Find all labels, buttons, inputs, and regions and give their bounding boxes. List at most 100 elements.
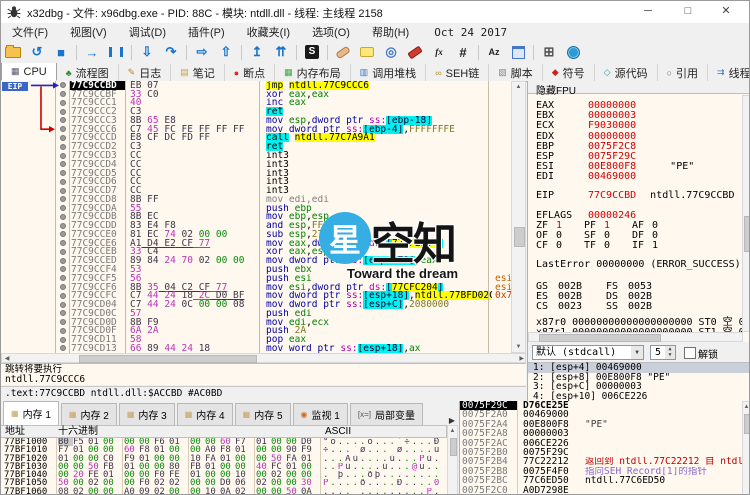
register-value[interactable]: 77C9CCBD xyxy=(588,190,636,201)
step-out-icon[interactable]: ⇧ xyxy=(215,43,237,61)
segment-value[interactable]: 002B xyxy=(628,301,676,312)
stack-panel[interactable]: 0075F29C D76CE25E 0075F2A0 00469000 0075F2A4… xyxy=(459,401,749,494)
hex-byte[interactable]: 02 xyxy=(73,487,88,494)
hex-byte[interactable]: 02 xyxy=(235,487,250,494)
menu-item[interactable]: 收藏夹(I) xyxy=(236,24,301,40)
close-button[interactable]: ✕ xyxy=(711,1,741,22)
tab-overflow-arrow-icon[interactable]: ▶ xyxy=(445,416,459,425)
tab-日志[interactable]: ✎ 日志 xyxy=(119,64,172,81)
assemble-fx-icon[interactable]: fx xyxy=(428,43,450,61)
dump-tab-内存 1[interactable]: ▦ 内存 1 xyxy=(3,401,59,425)
dump-tab-内存 4[interactable]: ▦ 内存 4 xyxy=(176,403,233,425)
dump-vscrollbar[interactable]: ▲ xyxy=(447,425,458,494)
register-row[interactable]: EDX 00000000 xyxy=(536,131,743,142)
dump-tab-内存 5[interactable]: ▦ 内存 5 xyxy=(234,403,291,425)
restart-icon[interactable]: ↺ xyxy=(26,43,48,61)
az-icon[interactable]: Az xyxy=(483,43,505,61)
hex-byte[interactable]: 09 xyxy=(139,487,154,494)
hex-byte[interactable]: 00 xyxy=(103,487,118,494)
hash-icon[interactable]: # xyxy=(452,43,474,61)
tab-CPU[interactable]: ▦ CPU xyxy=(1,63,57,81)
hex-byte[interactable]: 50 xyxy=(286,487,301,494)
menu-item[interactable]: 文件(F) xyxy=(1,24,59,40)
maximize-button[interactable]: □ xyxy=(673,1,703,22)
pause-icon[interactable] xyxy=(105,43,127,61)
bookmark-icon[interactable]: ◎ xyxy=(380,43,402,61)
tab-调用堆栈[interactable]: ▥ 调用堆栈 xyxy=(351,64,427,81)
hex-byte[interactable]: 00 xyxy=(169,487,184,494)
hide-fpu-button[interactable]: 隐藏FPU xyxy=(528,81,749,97)
stack-vscrollbar[interactable]: ▲ xyxy=(742,401,749,494)
tab-线程[interactable]: ⇉ 线程 xyxy=(708,64,749,81)
chevron-down-icon[interactable]: ▼ xyxy=(631,346,643,359)
segment-value[interactable]: 0023 xyxy=(558,301,606,312)
execute-till-return-icon[interactable]: ↥ xyxy=(246,43,268,61)
tab-脚本[interactable]: ▧ 脚本 xyxy=(489,64,543,81)
register-row[interactable]: EDI 00469000 xyxy=(536,172,743,182)
menu-item[interactable]: 视图(V) xyxy=(59,24,118,40)
tab-流程图[interactable]: ♣ 流程图 xyxy=(57,64,119,81)
stepper-arrows-icon[interactable]: ▲ ▼ xyxy=(665,346,675,359)
globe-icon[interactable] xyxy=(562,43,584,61)
registers-hscrollbar[interactable] xyxy=(528,332,743,342)
hex-byte[interactable]: 00 xyxy=(271,487,286,494)
menu-item[interactable]: 帮助(H) xyxy=(361,24,420,40)
register-row[interactable]: CF 0 TF 0 IF 1 xyxy=(536,241,743,251)
menu-item[interactable]: 调试(D) xyxy=(118,24,177,40)
open-file-icon[interactable] xyxy=(2,43,24,61)
dump-tab-内存 3[interactable]: ▦ 内存 3 xyxy=(118,403,175,425)
tab-符号[interactable]: ◆ 符号 xyxy=(543,64,595,81)
hex-byte[interactable]: 0A xyxy=(301,487,316,494)
tab-引用[interactable]: ○ 引用 xyxy=(658,64,709,81)
hex-byte[interactable]: 08 xyxy=(58,487,73,494)
dump-row[interactable]: 77BF1060 08 02 00 00 A0 09 02 00 00 10 0A 02 00 00 50 0A… xyxy=(1,487,447,494)
register-row[interactable]: CS 0023 SS 002B xyxy=(536,301,743,312)
register-row[interactable]: ESP 0075F29C xyxy=(536,151,743,162)
argument-row[interactable]: 4: [esp+10] 006CE226 xyxy=(528,392,749,402)
comment-icon[interactable] xyxy=(356,43,378,61)
hex-byte[interactable]: 00 xyxy=(256,487,271,494)
register-row[interactable]: EIP 77C9CCBD ntdll.77C9CCBD xyxy=(536,190,743,201)
register-row[interactable]: EBX 00000003 xyxy=(536,110,743,121)
step-into-icon[interactable]: ⇩ xyxy=(136,43,158,61)
disasm-vscrollbar[interactable]: ▲ ▼ xyxy=(511,81,526,353)
stack-row[interactable]: 0075F2C0 A0D7298E xyxy=(460,485,749,494)
patch-icon[interactable] xyxy=(332,43,354,61)
tab-断点[interactable]: ● 断点 xyxy=(225,64,276,81)
flag-value[interactable]: 0 xyxy=(604,241,632,251)
hex-byte[interactable]: 0A xyxy=(220,487,235,494)
run-to-user-code-icon[interactable]: ⇨ xyxy=(191,43,213,61)
register-row[interactable]: EBP 0075F2C8 xyxy=(536,141,743,152)
dump-tab-监视 1[interactable]: ◉ 监视 1 xyxy=(292,403,348,425)
run-icon[interactable]: → xyxy=(81,43,103,61)
hex-byte[interactable]: A0 xyxy=(124,487,139,494)
highlight-icon[interactable] xyxy=(404,43,426,61)
stop-icon[interactable]: ■ xyxy=(50,43,72,61)
register-row[interactable]: EAX 00000000 xyxy=(536,100,743,111)
menu-item[interactable]: 选项(O) xyxy=(301,24,361,40)
hex-byte[interactable]: 00 xyxy=(190,487,205,494)
stack-value[interactable]: A0D7298E xyxy=(517,485,579,494)
hex-byte[interactable]: 00 xyxy=(88,487,103,494)
last-error-row[interactable]: LastError 00000000 (ERROR_SUCCESS) xyxy=(536,260,743,270)
argument-count-stepper[interactable]: 5 ▲ ▼ xyxy=(650,345,676,360)
hex-dump-table[interactable]: 77BF1000 B0 F5 01 00 00 00 F6 01 00 00 60 F7 01 00 00 D0… xyxy=(1,438,447,494)
calling-convention-dropdown[interactable]: 默认 (stdcall) ▼ xyxy=(532,345,644,360)
calculator-icon[interactable]: ⊞ xyxy=(538,43,560,61)
tab-SEH链[interactable]: ∞ SEH链 xyxy=(426,64,490,81)
register-row[interactable]: ESI 00E800F8 "PE" xyxy=(536,161,743,172)
minimize-button[interactable]: ─ xyxy=(633,1,663,22)
register-row[interactable]: ECX F9030000 xyxy=(536,121,743,131)
unlock-checkbox[interactable] xyxy=(684,347,696,359)
dump-tab-内存 2[interactable]: ▦ 内存 2 xyxy=(60,403,117,425)
tab-笔记[interactable]: ▤ 笔记 xyxy=(171,64,225,81)
report-icon[interactable] xyxy=(507,43,529,61)
tab-内存布局[interactable]: ▦ 内存布局 xyxy=(275,64,351,81)
hex-byte[interactable]: 10 xyxy=(205,487,220,494)
register-value[interactable]: 00469000 xyxy=(588,171,636,182)
step-over-icon[interactable]: ↷ xyxy=(160,43,182,61)
disassembly-panel[interactable]: EIP 77C9CCBD EB 07 jmp ntdll.77C9CCC6 77C9C… xyxy=(1,81,512,353)
hex-byte[interactable]: 02 xyxy=(154,487,169,494)
disasm-hscrollbar[interactable]: ◀ ▶ xyxy=(1,353,526,363)
flag-value[interactable]: 0 xyxy=(556,241,584,251)
